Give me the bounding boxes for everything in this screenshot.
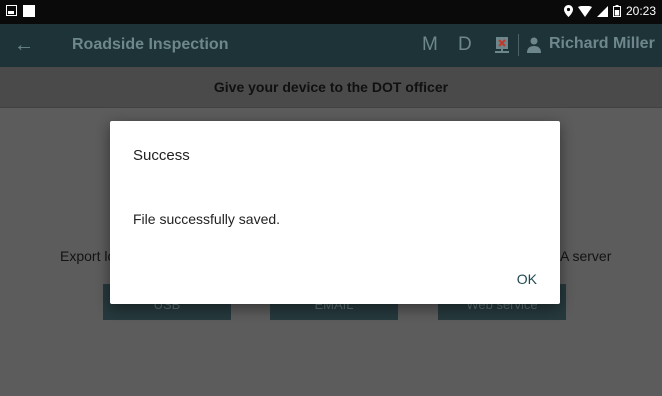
signal-icon bbox=[596, 5, 608, 17]
ok-button[interactable]: OK bbox=[517, 271, 537, 287]
mode-m-indicator[interactable]: M bbox=[422, 34, 438, 56]
battery-icon bbox=[612, 5, 621, 17]
mode-d-indicator[interactable]: D bbox=[458, 34, 472, 56]
person-icon bbox=[527, 37, 541, 53]
clock: 20:23 bbox=[625, 4, 656, 18]
dialog-title: Success bbox=[133, 147, 190, 164]
status-bar: 20:23 bbox=[0, 0, 662, 24]
dialog-message: File successfully saved. bbox=[133, 211, 281, 227]
instruction-banner: Give your device to the DOT officer bbox=[0, 67, 662, 108]
wifi-icon bbox=[577, 5, 592, 17]
banner-text: Give your device to the DOT officer bbox=[213, 79, 449, 95]
back-arrow-icon[interactable]: ← bbox=[14, 33, 34, 57]
page-title: Roadside Inspection bbox=[72, 36, 229, 53]
user-name[interactable]: Richard Miller bbox=[549, 35, 655, 53]
export-description: Export lo bbox=[60, 248, 116, 264]
sync-error-icon[interactable] bbox=[494, 36, 510, 55]
image-icon bbox=[6, 5, 17, 16]
success-dialog: Success File successfully saved. OK bbox=[110, 121, 560, 304]
export-server-text: A server bbox=[560, 248, 612, 264]
location-icon bbox=[563, 5, 573, 17]
app-bar: ← Roadside Inspection M D Richard Miller bbox=[0, 24, 662, 67]
square-icon bbox=[23, 5, 35, 17]
divider bbox=[518, 34, 519, 56]
